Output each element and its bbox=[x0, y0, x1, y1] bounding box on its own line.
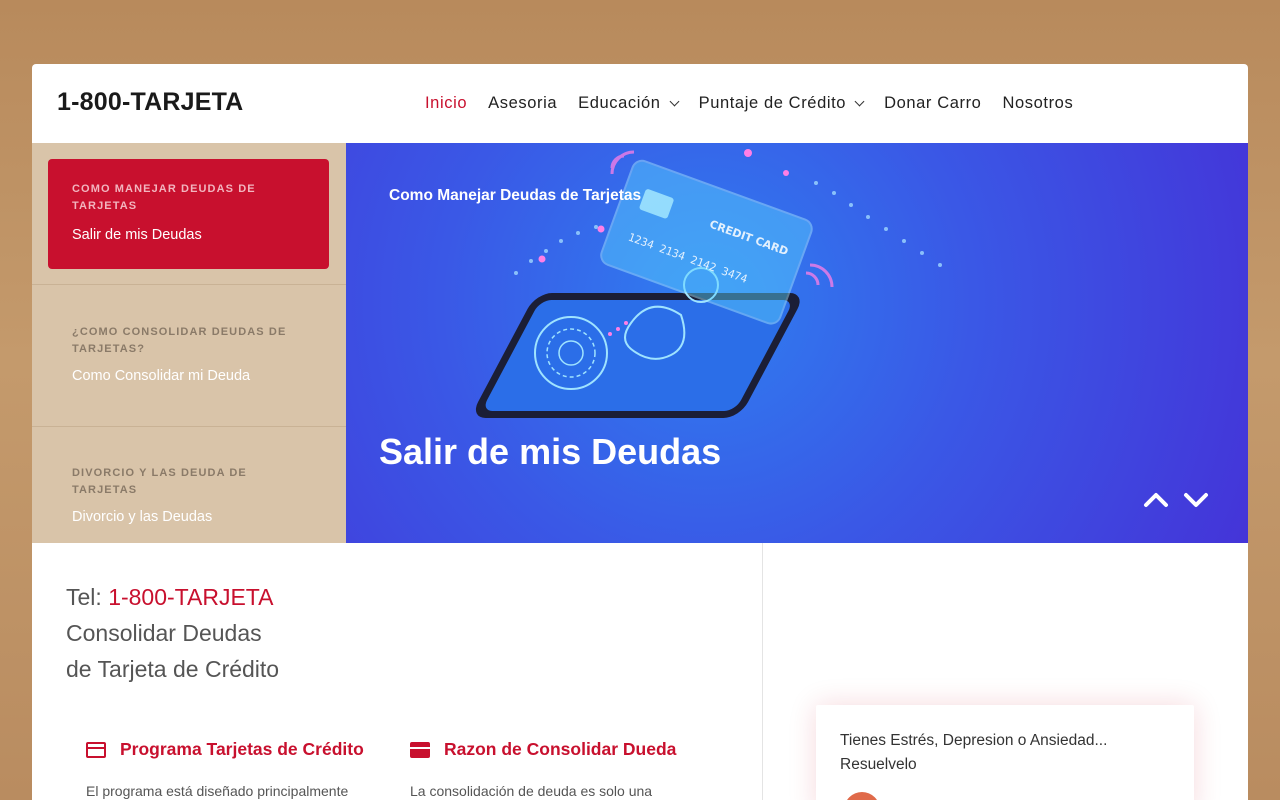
slider-item-salir[interactable]: COMO MANEJAR DEUDAS DE TARJETAS Salir de… bbox=[48, 159, 329, 269]
main-nav: Inicio Asesoria Educación Puntaje de Cré… bbox=[425, 94, 1094, 113]
column-divider bbox=[762, 543, 763, 800]
chevron-down-icon bbox=[854, 96, 865, 107]
credit-card-icon bbox=[86, 741, 106, 758]
feature-desc: La consolidación de deuda es solo una bbox=[410, 783, 653, 799]
slider-sidebar: COMO MANEJAR DEUDAS DE TARJETAS Salir de… bbox=[32, 143, 346, 543]
promo-text: Tienes Estrés, Depresion o Ansiedad... R… bbox=[840, 732, 1108, 773]
nav-item-asesoria[interactable]: Asesoria bbox=[488, 94, 557, 113]
chevron-down-icon[interactable] bbox=[1182, 489, 1210, 511]
chevron-down-icon bbox=[669, 96, 680, 107]
slider-item-kicker: DIVORCIO Y LAS DEUDA DE TARJETAS bbox=[72, 467, 247, 496]
nav-item-educacion[interactable]: Educación bbox=[578, 94, 680, 113]
slider-item-title: Salir de mis Deudas bbox=[72, 227, 202, 243]
nav-label: Inicio bbox=[425, 94, 468, 112]
nav-label: Donar Carro bbox=[884, 94, 982, 112]
feature-razon[interactable]: Razon de Consolidar Dueda bbox=[410, 739, 676, 760]
hero-slider: COMO MANEJAR DEUDAS DE TARJETAS Salir de… bbox=[32, 143, 1248, 543]
page-container: 1-800-TARJETA Inicio Asesoria Educación … bbox=[32, 64, 1248, 800]
slider-item-title: Como Consolidar mi Deuda bbox=[72, 368, 251, 384]
tagline-line-1: Consolidar Deudas bbox=[66, 620, 262, 646]
slider-item-kicker: COMO MANEJAR DEUDAS DE TARJETAS bbox=[72, 183, 256, 212]
divider bbox=[32, 426, 346, 427]
avatar bbox=[844, 792, 880, 800]
promo-card[interactable]: Tienes Estrés, Depresion o Ansiedad... R… bbox=[816, 705, 1194, 800]
feature-desc: El programa está diseñado principalmente bbox=[86, 783, 349, 799]
nav-item-donar-carro[interactable]: Donar Carro bbox=[884, 94, 981, 113]
contact-block: Tel: 1-800-TARJETA Consolidar Deudas de … bbox=[66, 579, 279, 687]
slider-item-kicker: ¿COMO CONSOLIDAR DEUDAS DE TARJETAS? bbox=[72, 326, 287, 355]
feature-title: Razon de Consolidar Dueda bbox=[444, 739, 677, 759]
tel-label: Tel: bbox=[66, 584, 109, 610]
nav-label: Nosotros bbox=[1002, 94, 1074, 112]
credit-card-icon bbox=[410, 741, 430, 758]
feature-programa[interactable]: Programa Tarjetas de Crédito bbox=[86, 739, 364, 760]
site-header: 1-800-TARJETA Inicio Asesoria Educación … bbox=[32, 64, 1248, 143]
tagline-line-2: de Tarjeta de Crédito bbox=[66, 656, 280, 682]
banner-category[interactable]: Como Manejar Deudas de Tarjetas bbox=[389, 187, 641, 205]
slider-item-consolidar[interactable]: ¿COMO CONSOLIDAR DEUDAS DE TARJETAS? Com… bbox=[32, 324, 346, 384]
tel-number-link[interactable]: 1-800-TARJETA bbox=[108, 584, 273, 610]
nav-item-inicio[interactable]: Inicio bbox=[425, 94, 467, 113]
nav-label: Puntaje de Crédito bbox=[698, 94, 847, 112]
banner-headline[interactable]: Salir de mis Deudas bbox=[379, 431, 721, 473]
slider-item-divorcio[interactable]: DIVORCIO Y LAS DEUDA DE TARJETAS Divorci… bbox=[32, 465, 346, 525]
divider bbox=[32, 284, 346, 285]
nav-item-puntaje[interactable]: Puntaje de Crédito bbox=[698, 94, 865, 113]
feature-title: Programa Tarjetas de Crédito bbox=[120, 739, 364, 759]
nav-label: Asesoria bbox=[488, 94, 558, 112]
nav-label: Educación bbox=[578, 94, 661, 112]
nav-item-nosotros[interactable]: Nosotros bbox=[1002, 94, 1073, 113]
main-content: Tel: 1-800-TARJETA Consolidar Deudas de … bbox=[32, 543, 1248, 800]
site-logo[interactable]: 1-800-TARJETA bbox=[57, 88, 243, 117]
slider-item-title: Divorcio y las Deudas bbox=[72, 509, 213, 525]
slider-banner[interactable]: CREDIT CARD 1234 2134 2142 3474 Como Man… bbox=[346, 143, 1248, 543]
chevron-up-icon[interactable] bbox=[1142, 489, 1170, 511]
